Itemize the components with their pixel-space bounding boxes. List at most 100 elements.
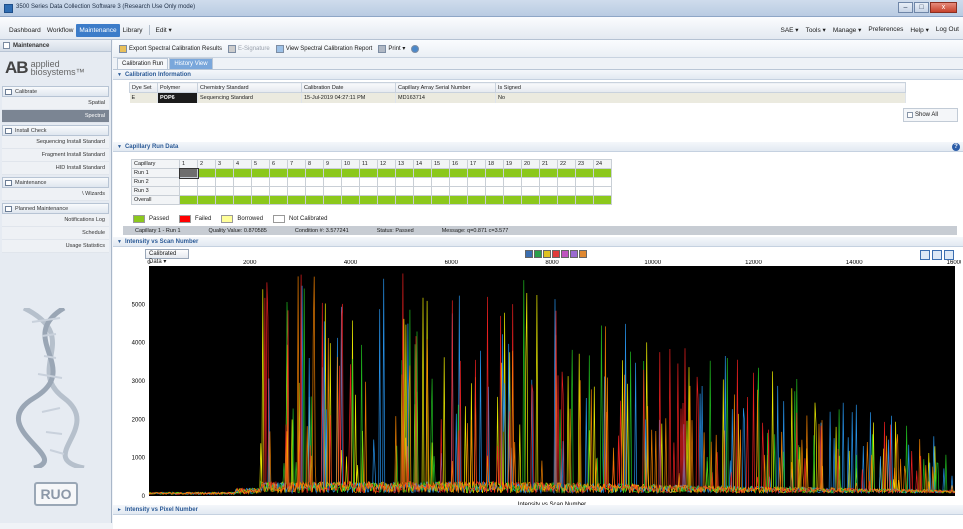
dye-toggle-6[interactable] [570, 250, 578, 258]
capillary-cell[interactable] [395, 186, 414, 196]
menu-preferences[interactable]: Preferences [868, 26, 903, 34]
dye-toggle-3[interactable] [543, 250, 551, 258]
capillary-cell[interactable] [305, 177, 324, 187]
capillary-cell[interactable] [593, 195, 612, 205]
capillary-cell[interactable] [467, 186, 486, 196]
capillary-cell[interactable] [215, 177, 234, 187]
nav-item-notifications-log[interactable]: Notifications Log [2, 214, 109, 227]
print-button[interactable]: Print ▾ [378, 44, 405, 53]
menu-manage[interactable]: Manage ▾ [833, 26, 862, 34]
capillary-cell[interactable] [593, 186, 612, 196]
capillary-cell[interactable] [557, 177, 576, 187]
capillary-cell[interactable] [467, 195, 486, 205]
capillary-number[interactable]: 20 [521, 159, 540, 169]
capillary-number[interactable]: 23 [575, 159, 594, 169]
capillary-number[interactable]: 7 [287, 159, 306, 169]
capillary-cell[interactable] [305, 168, 324, 178]
capillary-cell[interactable] [233, 177, 252, 187]
capillary-number[interactable]: 3 [215, 159, 234, 169]
capillary-cell[interactable] [179, 177, 198, 187]
capillary-cell[interactable] [485, 168, 504, 178]
nav-item-wizards[interactable]: \ Wizards [2, 188, 109, 201]
capillary-cell[interactable] [377, 186, 396, 196]
capillary-cell[interactable] [557, 195, 576, 205]
col-header-chemistry[interactable]: Chemistry Standard [197, 82, 302, 93]
capillary-cell[interactable] [269, 186, 288, 196]
capillary-cell[interactable] [521, 168, 540, 178]
col-header-signed[interactable]: Is Signed [495, 82, 906, 93]
menu-logout[interactable]: Log Out [936, 26, 959, 34]
capillary-cell[interactable] [431, 186, 450, 196]
section-header-planned-maintenance[interactable]: Planned Maintenance [2, 203, 109, 214]
intensity-chart[interactable]: 0 2000 4000 6000 8000 10000 12000 14000 16000 0 1… [115, 260, 961, 508]
capillary-cell[interactable] [503, 195, 522, 205]
capillary-number[interactable]: 24 [593, 159, 612, 169]
capillary-cell[interactable] [413, 177, 432, 187]
dye-toggle-7[interactable] [579, 250, 587, 258]
capillary-cell[interactable] [521, 186, 540, 196]
capillary-cell[interactable] [323, 177, 342, 187]
menu-dashboard[interactable]: Dashboard [6, 24, 44, 37]
capillary-number[interactable]: 18 [485, 159, 504, 169]
capillary-run-header[interactable]: ▼ Capillary Run Data [113, 142, 963, 152]
capillary-number[interactable]: 5 [251, 159, 270, 169]
close-button[interactable]: x [930, 2, 957, 13]
capillary-cell[interactable] [377, 177, 396, 187]
dye-toggle-1[interactable] [525, 250, 533, 258]
capillary-cell[interactable] [539, 168, 558, 178]
capillary-cell[interactable] [413, 195, 432, 205]
capillary-cell[interactable] [269, 177, 288, 187]
capillary-cell[interactable] [503, 186, 522, 196]
menu-edit[interactable]: Edit ▾ [153, 23, 175, 37]
intensity-scan-header[interactable]: ▼ Intensity vs Scan Number [113, 237, 963, 247]
capillary-cell[interactable] [485, 195, 504, 205]
capillary-cell[interactable] [413, 168, 432, 178]
capillary-cell[interactable] [341, 177, 360, 187]
capillary-cell[interactable] [431, 177, 450, 187]
capillary-cell[interactable] [431, 195, 450, 205]
capillary-cell[interactable] [359, 168, 378, 178]
capillary-cell[interactable] [557, 186, 576, 196]
export-results-button[interactable]: Export Spectral Calibration Results [119, 44, 222, 53]
zoom-in-icon[interactable] [920, 250, 930, 260]
capillary-cell[interactable] [197, 168, 216, 178]
nav-item-spatial[interactable]: Spatial [2, 97, 109, 110]
e-signature-button[interactable]: E-Signature [228, 44, 270, 53]
capillary-number[interactable]: 6 [269, 159, 288, 169]
capillary-cell[interactable] [251, 186, 270, 196]
col-header-dye-set[interactable]: Dye Set [129, 82, 158, 93]
capillary-cell[interactable] [539, 195, 558, 205]
capillary-cell[interactable] [575, 168, 594, 178]
capillary-number[interactable]: 12 [377, 159, 396, 169]
capillary-cell[interactable] [341, 168, 360, 178]
capillary-cell[interactable] [179, 186, 198, 196]
capillary-number[interactable]: 9 [323, 159, 342, 169]
capillary-cell[interactable] [431, 168, 450, 178]
help-icon[interactable]: ? [952, 143, 960, 151]
capillary-cell[interactable] [251, 168, 270, 178]
capillary-cell[interactable] [503, 177, 522, 187]
capillary-cell[interactable] [575, 195, 594, 205]
menu-help[interactable]: Help ▾ [910, 26, 928, 34]
zoom-fit-icon[interactable] [932, 250, 942, 260]
table-row[interactable]: E POP6 Sequencing Standard 15-Jul-2019 0… [129, 92, 906, 103]
capillary-cell[interactable] [178, 167, 199, 179]
capillary-cell[interactable] [323, 186, 342, 196]
tab-calibration-run[interactable]: Calibration Run [117, 58, 169, 69]
dye-toggle-5[interactable] [561, 250, 569, 258]
capillary-cell[interactable] [593, 177, 612, 187]
capillary-cell[interactable] [485, 186, 504, 196]
capillary-cell[interactable] [341, 195, 360, 205]
capillary-cell[interactable] [341, 186, 360, 196]
nav-item-fragment-install[interactable]: Fragment Install Standard [2, 149, 109, 162]
capillary-cell[interactable] [377, 195, 396, 205]
dye-toggle-4[interactable] [552, 250, 560, 258]
capillary-number[interactable]: 10 [341, 159, 360, 169]
capillary-cell[interactable] [215, 195, 234, 205]
capillary-cell[interactable] [233, 186, 252, 196]
capillary-cell[interactable] [557, 168, 576, 178]
capillary-cell[interactable] [449, 177, 468, 187]
capillary-cell[interactable] [251, 195, 270, 205]
capillary-number[interactable]: 22 [557, 159, 576, 169]
section-header-maintenance[interactable]: Maintenance [2, 177, 109, 188]
